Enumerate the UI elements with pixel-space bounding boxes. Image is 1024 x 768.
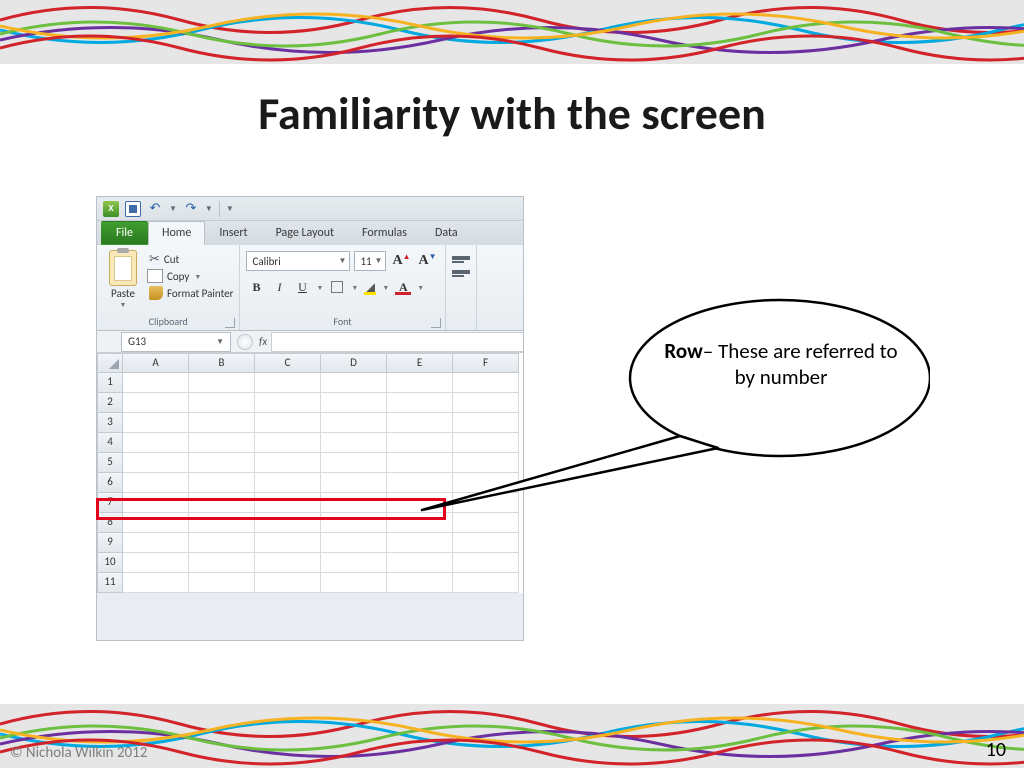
excel-app-icon: X <box>103 201 119 217</box>
separator <box>219 201 220 217</box>
shrink-font-button[interactable]: A▼ <box>417 253 439 269</box>
grow-font-button[interactable]: A▲ <box>390 253 412 269</box>
column-header[interactable]: A <box>123 353 189 373</box>
align-icon[interactable] <box>452 256 470 260</box>
clipboard-group-label: Clipboard <box>97 315 239 328</box>
row-header[interactable]: 1 <box>97 373 123 393</box>
select-all-corner[interactable] <box>97 353 123 373</box>
underline-dropdown-icon[interactable]: ▼ <box>315 283 324 292</box>
copy-button[interactable]: Copy ▼ <box>149 270 233 283</box>
paste-dropdown-icon[interactable]: ▼ <box>103 300 143 309</box>
row-header[interactable]: 6 <box>97 473 123 493</box>
undo-dropdown-icon[interactable]: ▼ <box>169 204 177 214</box>
borders-dropdown-icon[interactable]: ▼ <box>350 283 359 292</box>
font-name-value: Calibri <box>252 255 280 268</box>
row-header[interactable]: 5 <box>97 453 123 473</box>
format-painter-button[interactable]: Format Painter <box>149 286 233 300</box>
chevron-down-icon: ▼ <box>216 337 224 347</box>
row-header[interactable]: 10 <box>97 553 123 573</box>
cancel-formula-icon[interactable] <box>237 334 253 350</box>
italic-button[interactable]: I <box>269 277 289 297</box>
callout-label-rest: – These are referred to by number <box>703 338 898 390</box>
column-header[interactable]: D <box>321 353 387 373</box>
row-header[interactable]: 4 <box>97 433 123 453</box>
row-header[interactable]: 3 <box>97 413 123 433</box>
callout-bubble: Row– These are referred to by number <box>410 288 930 548</box>
fx-icon[interactable]: fx <box>259 335 267 348</box>
tab-page-layout[interactable]: Page Layout <box>262 221 348 245</box>
font-size-value: 11 <box>360 255 371 268</box>
fill-color-button[interactable]: ◢ <box>362 277 378 297</box>
slide-title: Familiarity with the screen <box>0 86 1024 142</box>
bold-button[interactable]: B <box>246 277 266 297</box>
align-icon[interactable] <box>452 270 470 274</box>
fill-dropdown-icon[interactable]: ▼ <box>381 283 390 292</box>
qat-customize-icon[interactable]: ▼ <box>226 204 234 214</box>
underline-button[interactable]: U <box>292 277 312 297</box>
copy-dropdown-icon[interactable]: ▼ <box>193 272 202 281</box>
scissors-icon: ✂ <box>149 252 160 267</box>
ribbon-tabs: File Home Insert Page Layout Formulas Da… <box>97 221 523 245</box>
paste-label: Paste <box>103 287 143 300</box>
font-size-combo[interactable]: 11 ▼ <box>354 251 386 271</box>
row-header[interactable]: 11 <box>97 573 123 593</box>
border-icon <box>331 281 343 293</box>
undo-icon[interactable]: ↶ <box>147 201 163 217</box>
name-box[interactable]: G13 ▼ <box>121 332 231 352</box>
brush-icon <box>149 286 163 300</box>
tab-data[interactable]: Data <box>421 221 472 245</box>
callout-text: Row– These are referred to by number <box>656 338 906 391</box>
row-header[interactable]: 9 <box>97 533 123 553</box>
chevron-down-icon: ▼ <box>375 256 383 266</box>
tab-file[interactable]: File <box>101 221 148 245</box>
format-painter-label: Format Painter <box>167 287 233 300</box>
row-header[interactable]: 2 <box>97 393 123 413</box>
chevron-down-icon: ▼ <box>339 256 347 266</box>
quick-access-toolbar: X ↶ ▼ ↷ ▼ ▼ <box>97 197 523 221</box>
borders-button[interactable] <box>327 277 347 297</box>
page-number: 10 <box>986 738 1006 762</box>
cut-label: Cut <box>164 253 179 266</box>
decorative-waves-bottom <box>0 704 1024 768</box>
redo-icon[interactable]: ↷ <box>183 201 199 217</box>
redo-dropdown-icon[interactable]: ▼ <box>205 204 213 214</box>
row-highlight-annotation <box>96 498 446 520</box>
copyright-text: © Nichola Wilkin 2012 <box>10 744 147 762</box>
column-header[interactable]: C <box>255 353 321 373</box>
copy-icon <box>149 271 163 283</box>
copy-label: Copy <box>167 270 189 283</box>
tab-insert[interactable]: Insert <box>205 221 261 245</box>
tab-home[interactable]: Home <box>148 221 205 245</box>
callout-label-bold: Row <box>664 338 702 364</box>
tab-formulas[interactable]: Formulas <box>348 221 421 245</box>
clipboard-dialog-launcher-icon[interactable] <box>225 318 235 328</box>
column-header[interactable]: B <box>189 353 255 373</box>
save-icon[interactable] <box>125 201 141 217</box>
font-name-combo[interactable]: Calibri ▼ <box>246 251 350 271</box>
name-box-value: G13 <box>128 335 146 348</box>
clipboard-icon <box>109 250 137 286</box>
cut-button[interactable]: ✂ Cut <box>149 252 233 267</box>
decorative-waves-top <box>0 0 1024 64</box>
